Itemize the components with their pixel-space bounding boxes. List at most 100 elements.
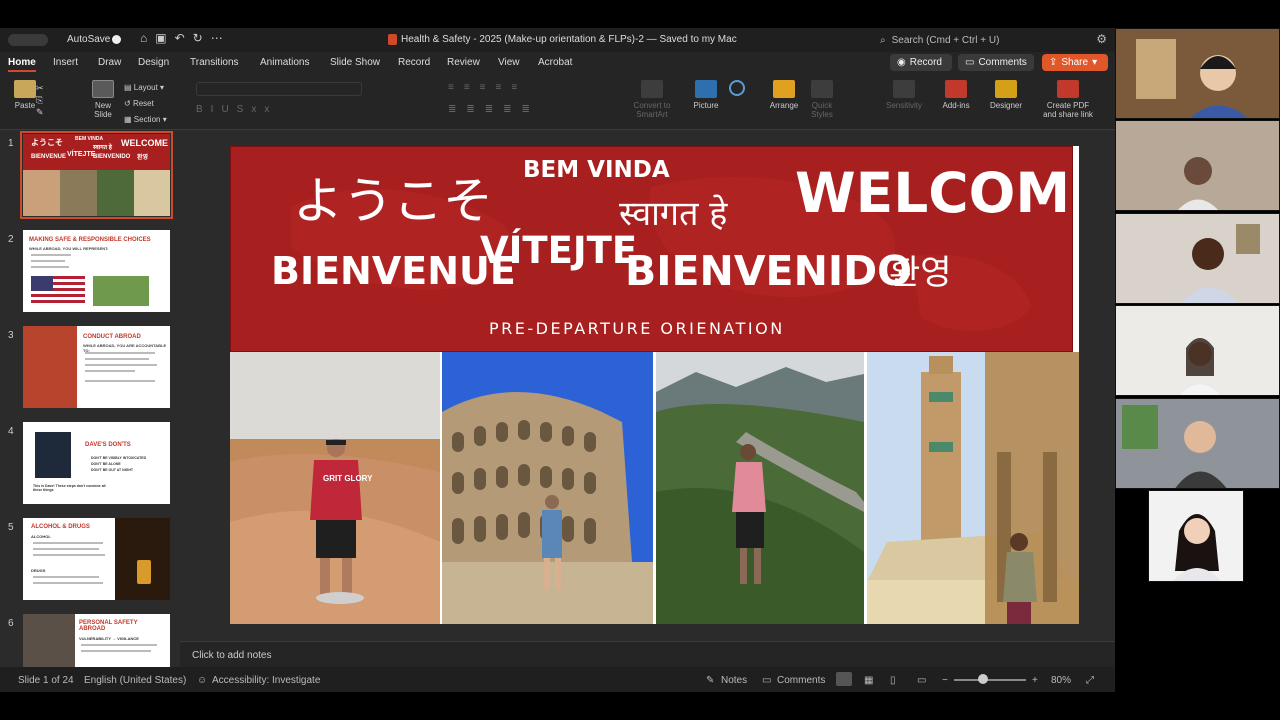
comment-icon: ▭ <box>762 675 772 686</box>
record-button[interactable]: ◉ Record <box>890 54 952 71</box>
tab-design[interactable]: Design <box>138 57 169 68</box>
picture-button[interactable]: Picture <box>688 80 724 110</box>
thumb-photo-mosque <box>134 170 170 216</box>
save-icon[interactable]: ▣ <box>155 31 166 45</box>
zoom-out-icon[interactable]: − <box>942 675 948 686</box>
arrange-icon <box>773 80 795 98</box>
layout-button[interactable]: ▤ Layout ▾ <box>124 80 180 96</box>
format-painter-icon[interactable]: ✎ <box>36 106 66 118</box>
smartart-icon <box>641 80 663 98</box>
photo-mountains <box>656 352 864 624</box>
normal-view-icon[interactable] <box>836 672 852 686</box>
participant-4-feed <box>1116 306 1279 395</box>
slide-thumbnail-5[interactable]: ALCOHOL & DRUGS ALCOHOL DRUGS <box>23 518 170 600</box>
zoom-level[interactable]: 80% <box>1051 675 1071 686</box>
thumb-subtitle: WHILE ABROAD, YOU WILL REPRESENT: <box>29 246 109 251</box>
comments-button[interactable]: ▭ Comments <box>958 54 1034 71</box>
tab-draw[interactable]: Draw <box>98 57 121 68</box>
home-icon[interactable]: ⌂ <box>140 31 147 45</box>
thumb-text-line <box>33 576 99 578</box>
welcome-japanese: ようこそ <box>293 172 493 230</box>
thumb-word: BIENVENUE <box>31 154 67 160</box>
zoom-slider[interactable] <box>954 679 1026 681</box>
more-icon[interactable]: ⋯ <box>211 31 223 45</box>
window-controls[interactable] <box>8 34 48 46</box>
slide-layout-group: ▤ Layout ▾ ↺ Reset ▦ Section ▾ <box>124 80 180 128</box>
thumb-word: BEM VINDA <box>75 136 104 142</box>
accessibility-status[interactable]: Accessibility: Investigate <box>212 675 320 686</box>
tab-animations[interactable]: Animations <box>260 57 309 68</box>
alignment-buttons[interactable]: ≣≣≣≣≣ <box>448 104 598 115</box>
sensitivity-label: Sensitivity <box>885 101 922 110</box>
slide-thumbnail-1[interactable]: ようこそ BEM VINDA स्वागत हे WELCOME BIENVEN… <box>20 131 173 219</box>
thumb-word: ようこそ <box>31 138 63 147</box>
thumb-text-line <box>81 650 151 652</box>
comments-toggle[interactable]: Comments <box>777 675 825 686</box>
thumb-title: ALCOHOL & DRUGS <box>31 524 90 530</box>
thumbnail-number: 3 <box>8 330 14 341</box>
language-indicator[interactable]: English (United States) <box>84 675 186 686</box>
reading-view-icon[interactable]: ▯ <box>890 675 896 686</box>
notes-toggle[interactable]: Notes <box>721 675 747 686</box>
arrange-button[interactable]: Arrange <box>766 80 802 110</box>
convert-smartart-button[interactable]: Convert to SmartArt <box>630 80 674 119</box>
designer-button[interactable]: Designer <box>986 80 1026 110</box>
slide-canvas[interactable]: ようこそ BEM VINDA स्वागत हे WELCOME BIENVEN… <box>230 146 1079 624</box>
slideshow-icon[interactable]: ▭ <box>917 675 926 686</box>
sensitivity-button[interactable]: Sensitivity <box>884 80 924 110</box>
document-title: Health & Safety - 2025 (Make-up orientat… <box>388 34 737 45</box>
quick-styles-label: Quick Styles <box>811 101 833 119</box>
tab-home[interactable]: Home <box>8 57 36 72</box>
comments-label: Comments <box>978 57 1027 68</box>
redo-icon[interactable]: ↻ <box>193 31 203 45</box>
create-pdf-button[interactable]: Create PDF and share link <box>1040 80 1096 119</box>
shapes-button[interactable] <box>726 80 748 99</box>
welcome-czech: VÍTEJTE <box>480 229 638 272</box>
status-bar: Slide 1 of 24 English (United States) ☺ … <box>0 667 1115 692</box>
slide-thumbnail-3[interactable]: CONDUCT ABROAD WHILE ABROAD, YOU ARE ACC… <box>23 326 170 408</box>
account-icon[interactable]: ⚙ <box>1096 32 1107 46</box>
quick-access-toolbar: ⌂ ▣ ↶ ↻ ⋯ <box>140 31 223 45</box>
tab-insert[interactable]: Insert <box>53 57 78 68</box>
slide-thumbnail-6[interactable]: PERSONAL SAFETY ABROAD VULNERABILITY → V… <box>23 614 170 667</box>
copy-icon[interactable]: ⎘ <box>36 94 66 106</box>
thumb-word: VÍTEJTE <box>67 151 96 158</box>
thumb-road-sign-photo <box>93 276 149 306</box>
arrange-label: Arrange <box>769 101 799 110</box>
share-icon: ⇪ <box>1049 57 1058 68</box>
designer-label: Designer <box>989 101 1022 110</box>
document-title-text: Health & Safety - 2025 (Make-up orientat… <box>401 34 737 45</box>
tab-view[interactable]: View <box>498 57 520 68</box>
slide-thumbnail-4[interactable]: DAVE'S DON'TS DON'T BE VISIBLY INTOXICAT… <box>23 422 170 504</box>
autosave-toggle[interactable] <box>112 35 121 44</box>
font-format-buttons[interactable]: BIUSxx <box>196 104 436 115</box>
acrobat-icon <box>1057 80 1079 98</box>
addins-button[interactable]: Add-ins <box>938 80 974 110</box>
quick-styles-button[interactable]: Quick Styles <box>806 80 838 119</box>
participant-3-feed <box>1116 214 1279 303</box>
thumb-title: CONDUCT ABROAD <box>83 334 141 340</box>
search-box[interactable]: ⌕ Search (Cmd + Ctrl + U) <box>880 32 1090 48</box>
tab-acrobat[interactable]: Acrobat <box>538 57 572 68</box>
share-button[interactable]: ⇪ Share ▾ <box>1042 54 1108 71</box>
new-slide-button[interactable]: New Slide <box>88 80 118 119</box>
fit-to-window-icon[interactable]: ⤢ <box>1086 675 1094 686</box>
paragraph-buttons[interactable]: ≡≡≡≡≡ <box>448 82 598 93</box>
cut-icon[interactable]: ✂ <box>36 82 66 94</box>
zoom-slider-thumb[interactable] <box>978 674 988 684</box>
slide-sorter-icon[interactable]: ▦ <box>864 675 873 686</box>
slide-thumbnail-2[interactable]: MAKING SAFE & RESPONSIBLE CHOICES WHILE … <box>23 230 170 312</box>
participant-video-1 <box>1115 28 1280 119</box>
tab-review[interactable]: Review <box>447 57 480 68</box>
tab-transitions[interactable]: Transitions <box>190 57 239 68</box>
reset-label: Reset <box>132 99 154 108</box>
tab-record[interactable]: Record <box>398 57 430 68</box>
font-name-dropdown[interactable] <box>196 82 362 96</box>
notes-pane[interactable]: Click to add notes <box>180 641 1115 667</box>
tab-slide-show[interactable]: Slide Show <box>330 57 380 68</box>
zoom-in-icon[interactable]: + <box>1032 675 1038 686</box>
undo-icon[interactable]: ↶ <box>175 31 185 45</box>
thumb-text-line <box>85 352 155 354</box>
section-button[interactable]: ▦ Section ▾ <box>124 112 180 128</box>
reset-button[interactable]: ↺ Reset <box>124 96 180 112</box>
